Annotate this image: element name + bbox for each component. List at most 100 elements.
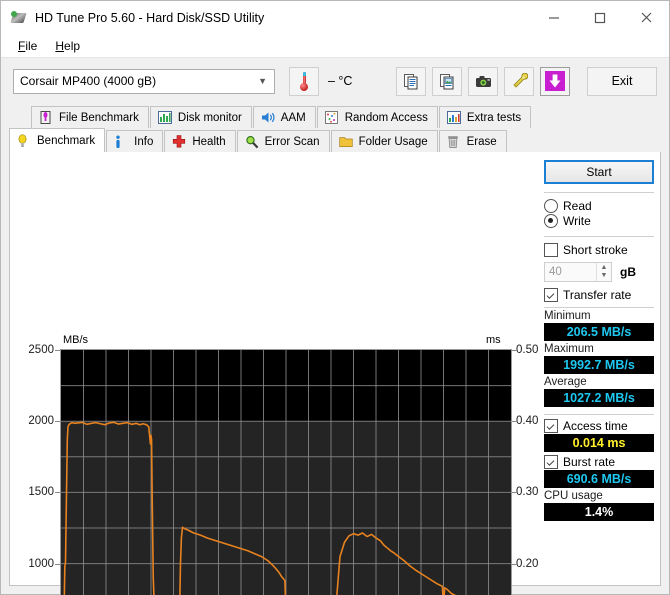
copy-icon[interactable]	[396, 66, 426, 96]
exit-button-label: Exit	[611, 74, 633, 88]
tick-mark	[512, 350, 517, 351]
checkbox-access-time-label: Access time	[563, 419, 628, 433]
extra-tests-icon	[446, 110, 462, 125]
info-icon	[114, 135, 129, 149]
short-stroke-unit: gB	[620, 265, 636, 279]
radio-read[interactable]: Read	[544, 199, 654, 213]
control-panel: Start Read Write Short stroke 40 ▲ ▼ gB …	[538, 152, 660, 585]
drive-select-value: Corsair MP400 (4000 gB)	[20, 74, 157, 88]
tab-folder-usage[interactable]: Folder Usage	[330, 130, 438, 152]
title-bar: HD Tune Pro 5.60 - Hard Disk/SSD Utility	[1, 1, 669, 34]
transfer-rate-chart: MB/s ms 50010001500200025000.100.200.300…	[10, 152, 538, 595]
wrench-icon[interactable]	[504, 66, 534, 96]
checkbox-burst-rate[interactable]: Burst rate	[544, 455, 654, 469]
y-axis-unit-left: MB/s	[63, 334, 89, 346]
checkbox-short-stroke-control[interactable]	[544, 243, 558, 257]
tab-benchmark[interactable]: Benchmark	[9, 128, 106, 152]
thermometer-icon	[300, 71, 309, 91]
start-button[interactable]: Start	[544, 160, 654, 184]
chart-plot-area	[60, 349, 512, 595]
tab-label: Error Scan	[264, 135, 320, 148]
divider	[544, 307, 654, 308]
tab-info[interactable]: Info	[106, 130, 164, 152]
benchmark-panel: MB/s ms 50010001500200025000.100.200.300…	[9, 152, 661, 595]
radio-write-control[interactable]	[544, 214, 558, 228]
divider	[544, 414, 654, 415]
tab-aam[interactable]: AAM	[252, 106, 316, 128]
access-time-value: 0.014 ms	[572, 436, 626, 450]
checkbox-short-stroke[interactable]: Short stroke	[544, 243, 654, 257]
checkbox-access-time[interactable]: Access time	[544, 419, 654, 433]
temperature-indicator	[289, 66, 319, 96]
tick-mark	[55, 350, 60, 351]
short-stroke-value: 40	[549, 266, 562, 278]
tab-extra-tests[interactable]: Extra tests	[438, 106, 532, 128]
tab-label: Extra tests	[466, 111, 522, 124]
checkbox-transfer-rate-control[interactable]	[544, 288, 558, 302]
checkbox-access-time-control[interactable]	[544, 419, 558, 433]
chart-svg	[61, 350, 511, 595]
tick-mark	[512, 563, 517, 565]
radio-write[interactable]: Write	[544, 214, 654, 228]
window-controls	[531, 1, 669, 34]
checkbox-burst-rate-control[interactable]	[544, 455, 558, 469]
camera-icon[interactable]	[468, 66, 498, 96]
hdtune-window: HD Tune Pro 5.60 - Hard Disk/SSD Utility…	[0, 0, 670, 595]
speaker-icon	[261, 111, 276, 125]
menu-item-file[interactable]: FFileile	[9, 37, 46, 55]
chevron-down-icon: ▼	[258, 75, 267, 86]
file-benchmark-icon	[39, 110, 54, 125]
stepper-arrows-icon[interactable]: ▲ ▼	[596, 263, 611, 281]
health-cross-icon	[172, 134, 187, 149]
tab-label: Erase	[466, 135, 497, 148]
minimum-value-box: 206.5 MB/s	[544, 323, 654, 341]
cpu-usage-value-box: 1.4%	[544, 503, 654, 521]
checkbox-burst-rate-label: Burst rate	[563, 455, 616, 469]
bulb-icon	[17, 133, 32, 148]
exit-button[interactable]: Exit	[587, 66, 657, 96]
y-axis-left-tick: 2500	[28, 344, 54, 356]
copy-image-icon[interactable]	[432, 66, 462, 96]
y-axis-unit-right: ms	[486, 334, 501, 346]
cpu-usage-value: 1.4%	[584, 505, 614, 519]
minimize-icon[interactable]	[531, 1, 577, 34]
tab-erase[interactable]: Erase	[438, 130, 507, 152]
drive-select[interactable]: Corsair MP400 (4000 gB) ▼	[13, 68, 275, 94]
tab-health[interactable]: Health	[164, 130, 236, 152]
y-axis-left-tick: 1000	[28, 557, 54, 570]
access-time-value-box: 0.014 ms	[544, 434, 654, 452]
short-stroke-size-row: 40 ▲ ▼ gB	[544, 262, 654, 282]
tick-mark	[512, 492, 517, 494]
tab-error-scan[interactable]: Error Scan	[236, 130, 330, 152]
menu-item-help[interactable]: HHelpelp	[46, 37, 89, 55]
maximum-label: Maximum	[544, 343, 594, 355]
toolbar: Corsair MP400 (4000 gB) ▼ – °C Exit	[1, 58, 669, 104]
tab-disk-monitor[interactable]: Disk monitor	[149, 106, 252, 128]
cpu-usage-label: CPU usage	[544, 490, 603, 502]
maximize-icon[interactable]	[577, 1, 623, 34]
tick-mark	[55, 563, 60, 565]
tab-strip: File Benchmark Disk monitor AAM Random A…	[1, 104, 669, 152]
tab-label: Benchmark	[37, 134, 96, 147]
average-value-box: 1027.2 MB/s	[544, 389, 654, 407]
tab-random-access[interactable]: Random Access	[316, 106, 438, 128]
close-icon[interactable]	[623, 1, 669, 34]
minimum-value: 206.5 MB/s	[566, 325, 632, 339]
checkbox-transfer-rate[interactable]: Transfer rate	[544, 288, 654, 302]
download-arrow-icon[interactable]	[540, 66, 570, 96]
tick-mark	[55, 421, 60, 423]
checkbox-short-stroke-label: Short stroke	[563, 243, 628, 257]
tab-file-benchmark[interactable]: File Benchmark	[31, 106, 149, 128]
tick-mark	[55, 492, 60, 494]
disk-monitor-icon	[157, 110, 173, 125]
short-stroke-stepper[interactable]: 40 ▲ ▼	[544, 262, 612, 282]
tab-label: Info	[134, 135, 154, 148]
tab-label: File Benchmark	[59, 111, 139, 124]
radio-read-control[interactable]	[544, 199, 558, 213]
tab-label: Random Access	[344, 111, 428, 124]
divider	[544, 192, 654, 193]
trash-icon	[447, 135, 462, 149]
tab-row-2: Benchmark Info Health Error Scan Folder …	[9, 128, 661, 152]
random-access-icon	[324, 110, 340, 125]
average-value: 1027.2 MB/s	[563, 391, 635, 405]
